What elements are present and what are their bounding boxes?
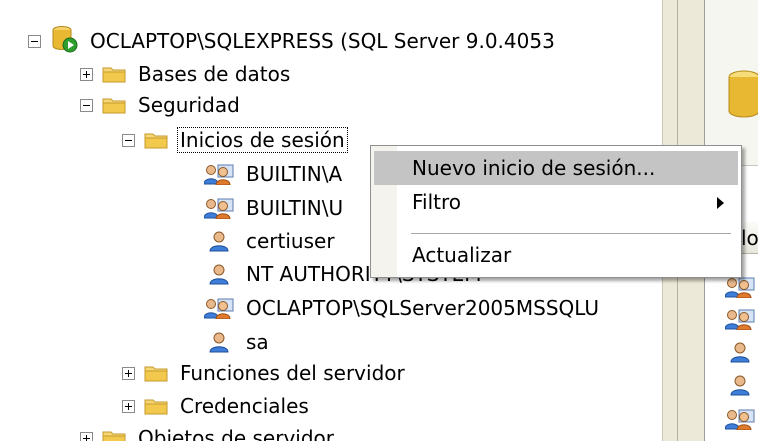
menu-item-filter[interactable]: Filtro	[374, 185, 738, 219]
folder-icon	[102, 96, 126, 114]
submenu-arrow-icon	[717, 197, 724, 209]
group-login-icon	[725, 308, 755, 330]
user-login-icon	[725, 374, 755, 396]
tree-node-credentials[interactable]: Credenciales	[122, 389, 312, 423]
tree-node-server-objects[interactable]: Objetos de servidor	[80, 421, 337, 441]
menu-item-refresh[interactable]: Actualizar	[374, 238, 738, 272]
tree-node-label: BUILTIN\U	[246, 196, 344, 220]
tree-node-label: Inicios de sesión	[177, 127, 348, 153]
tree-node-label: OCLAPTOP\SQLEXPRESS (SQL Server 9.0.4053	[90, 29, 555, 53]
tree-node-label: Bases de datos	[138, 62, 291, 86]
tree-node-login[interactable]: sa	[204, 325, 272, 359]
expand-icon[interactable]	[80, 431, 93, 441]
database-icon	[728, 70, 758, 118]
tree-node-server-roles[interactable]: Funciones del servidor	[122, 356, 408, 390]
user-login-icon	[725, 341, 755, 363]
tree-node-label: Funciones del servidor	[180, 361, 405, 385]
tree-node-label: sa	[246, 330, 269, 354]
collapse-icon[interactable]	[80, 98, 93, 112]
tree-node-logins[interactable]: Inicios de sesión	[122, 123, 348, 157]
details-header	[705, 0, 758, 166]
user-login-icon	[204, 230, 234, 252]
expand-icon[interactable]	[122, 366, 135, 380]
menu-separator	[411, 233, 731, 234]
tree-node-login[interactable]: BUILTIN\A	[204, 157, 345, 191]
menu-item-new-login[interactable]: Nuevo inicio de sesión...	[374, 151, 738, 185]
context-menu: Nuevo inicio de sesión... Filtro Actuali…	[370, 145, 742, 278]
server-running-icon	[50, 25, 78, 58]
tree-node-server[interactable]: OCLAPTOP\SQLEXPRESS (SQL Server 9.0.4053	[28, 24, 558, 58]
user-login-icon	[204, 263, 234, 285]
group-login-icon	[204, 197, 234, 219]
folder-icon	[144, 397, 168, 415]
folder-icon	[102, 65, 126, 83]
tree-node-login[interactable]: BUILTIN\U	[204, 191, 346, 225]
folder-icon	[144, 364, 168, 382]
folder-icon	[144, 131, 168, 149]
tree-node-label: OCLAPTOP\SQLServer2005MSSQLU	[246, 296, 600, 320]
group-login-icon	[725, 408, 755, 430]
expand-icon[interactable]	[80, 67, 93, 81]
tree-node-label: certiuser	[246, 229, 335, 253]
collapse-icon[interactable]	[28, 34, 41, 48]
tree-node-databases[interactable]: Bases de datos	[80, 57, 293, 91]
group-login-icon	[204, 163, 234, 185]
menu-item-label: Filtro	[412, 190, 462, 214]
tree-node-label: Objetos de servidor	[138, 426, 335, 441]
tree-node-login[interactable]: OCLAPTOP\SQLServer2005MSSQLU	[204, 291, 602, 325]
group-login-icon	[725, 276, 755, 298]
tree-node-security[interactable]: Seguridad	[80, 88, 243, 122]
tree-node-label: Credenciales	[180, 394, 309, 418]
tree-node-label: Seguridad	[138, 93, 240, 117]
user-login-icon	[204, 331, 234, 353]
expand-icon[interactable]	[122, 399, 135, 413]
collapse-icon[interactable]	[122, 133, 135, 147]
folder-icon	[102, 429, 126, 441]
group-login-icon	[204, 297, 234, 319]
tree-node-login[interactable]: certiuser	[204, 224, 338, 258]
tree-node-label: BUILTIN\A	[246, 162, 343, 186]
